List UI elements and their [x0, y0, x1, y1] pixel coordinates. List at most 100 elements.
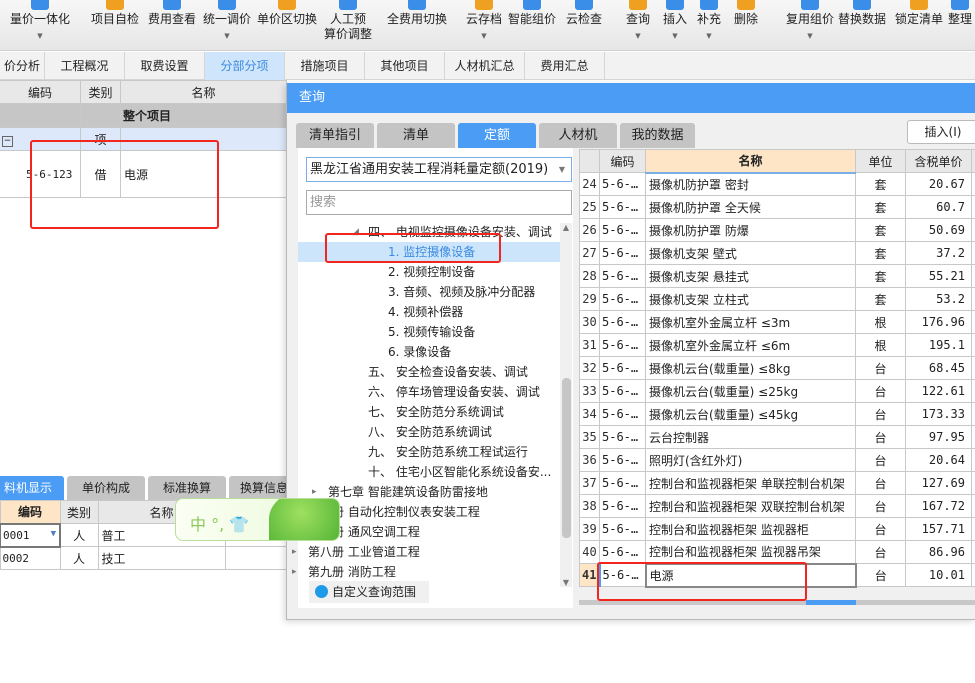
quota-library-select[interactable]: 黑龙江省通用安装工程消耗量定额(2019) ▼ [306, 157, 572, 182]
toolbar-label: 智能组价 [507, 12, 557, 26]
tree-item[interactable]: 六、 停车场管理设备安装、调试 [298, 382, 560, 402]
dialog-tab-2[interactable]: 定额 [458, 123, 536, 148]
highlight-box [30, 140, 219, 229]
dialog-tab-4[interactable]: 我的数据 [620, 123, 695, 148]
toolbar-button[interactable]: 项目自检 [91, 0, 139, 27]
tab-3[interactable]: 分部分项 [205, 52, 285, 80]
toolbar-button[interactable]: 人工预 算价调整 [324, 0, 372, 42]
toolbar-button[interactable]: 云检查 [566, 0, 602, 27]
toolbar-button[interactable]: 查询 ▼ [626, 0, 650, 44]
row-unit: 根 [855, 333, 906, 357]
row-code: 0002 [0, 546, 61, 570]
table-row[interactable]: 25 5-6-… 摄像机防护罩 全天候套 60.7 [579, 195, 975, 219]
custom-range-button[interactable]: 自定义查询范围 [309, 581, 429, 603]
table-row[interactable]: 35 5-6-… 云台控制器台 97.95 [579, 425, 975, 449]
scroll-up-icon[interactable]: ▲ [560, 223, 572, 232]
scrollbar-thumb[interactable] [806, 600, 856, 605]
tab-6[interactable]: 人材机汇总 [445, 52, 525, 80]
table-row[interactable]: 40 5-6-… 控制台和监视器柜架 监视器吊架台 86.96 [579, 540, 975, 564]
tree-item[interactable]: 3. 音频、视频及脉冲分配器 [298, 282, 560, 302]
ime-toolbar[interactable]: 中 °, 👕 [175, 498, 340, 541]
toolbar-button[interactable]: 锁定清单 [895, 0, 943, 27]
toolbar-label: 算价调整 [323, 27, 373, 41]
toolbar-button[interactable]: 费用查看 [148, 0, 196, 27]
tree-item[interactable]: 6. 录像设备 [298, 342, 560, 362]
toolbar-button[interactable]: 量价一体化 ▼ [10, 0, 70, 44]
tree-item-label: 五、 安全检查设备安装、调试 [368, 365, 528, 379]
toolbar-label: 插入 [662, 12, 688, 26]
bottom-tab-0[interactable]: 料机显示 [0, 476, 64, 500]
search-input[interactable]: 搜索 [306, 190, 572, 215]
table-row[interactable]: 24 5-6-… 摄像机防护罩 密封套 20.67 [579, 172, 975, 196]
table-row[interactable]: 39 5-6-… 控制台和监视器柜架 监视器柜台 157.71 [579, 517, 975, 541]
toolbar-button[interactable]: 全费用切换 [387, 0, 447, 27]
table-row[interactable]: 0002 人技工 [0, 546, 288, 570]
row-number: 33 [579, 379, 600, 403]
scrollbar-thumb[interactable] [562, 378, 571, 538]
insert-button[interactable]: 插入(I) [907, 120, 975, 144]
toolbar-icon [474, 0, 493, 10]
dialog-tab-0[interactable]: 清单指引 [296, 123, 374, 148]
table-row[interactable]: 37 5-6-… 控制台和监视器柜架 单联控制台机架台 127.69 [579, 471, 975, 495]
table-row[interactable]: 28 5-6-… 摄像机支架 悬挂式套 55.21 [579, 264, 975, 288]
scroll-down-icon[interactable]: ▼ [560, 578, 572, 587]
collapse-icon[interactable]: − [2, 135, 13, 147]
row-number: 27 [579, 241, 600, 265]
toolbar-button[interactable]: 复用组价 ▼ [786, 0, 834, 44]
toolbar-button[interactable]: 替换数据 [838, 0, 886, 27]
toolbar-icon [277, 0, 296, 10]
bottom-tab-1[interactable]: 单价构成 [67, 476, 145, 500]
toolbar-button[interactable]: 插入 ▼ [663, 0, 687, 44]
quota-grid: 编码 名称 单位 含税单价 24 5-6-… 摄像机防护罩 密封套 20.67 25 5-6-…… [579, 149, 975, 588]
toolbar-icon [800, 0, 819, 10]
tree-item[interactable]: 五、 安全检查设备安装、调试 [298, 362, 560, 382]
tab-5[interactable]: 其他项目 [365, 52, 445, 80]
table-row[interactable]: 38 5-6-… 控制台和监视器柜架 双联控制台机架台 167.72 [579, 494, 975, 518]
bottom-tab-2[interactable]: 标准换算 [148, 476, 226, 500]
table-row[interactable]: 26 5-6-… 摄像机防护罩 防爆套 50.69 [579, 218, 975, 242]
table-row[interactable]: 30 5-6-… 摄像机室外金属立杆 ≤3m 根 176.96 [579, 310, 975, 334]
tree-item[interactable]: 十、 住宅小区智能化系统设备安... [298, 462, 560, 482]
row-type: 人 [59, 546, 99, 570]
table-row[interactable]: 34 5-6-… 摄像机云台(载重量) ≤45kg 台 173.33 [579, 402, 975, 426]
tab-7[interactable]: 费用汇总 [525, 52, 605, 80]
tree-item[interactable]: 九、 安全防范系统工程试运行 [298, 442, 560, 462]
toolbar-button[interactable]: 补充 ▼ [697, 0, 721, 44]
row-spacer [971, 195, 975, 219]
table-row[interactable]: 33 5-6-… 摄像机云台(载重量) ≤25kg 台 122.61 [579, 379, 975, 403]
dialog-tab-1[interactable]: 清单 [377, 123, 455, 148]
toolbar-button[interactable]: 云存档 ▼ [466, 0, 502, 44]
tree-item-label: 6. 录像设备 [388, 345, 452, 359]
toolbar-button[interactable]: 单价区切换 [257, 0, 317, 27]
tree-item[interactable]: 2. 视频控制设备 [298, 262, 560, 282]
tab-2[interactable]: 取费设置 [125, 52, 205, 80]
row-code: 5-6-… [599, 333, 646, 357]
root-row[interactable]: 整个项目 [0, 103, 287, 128]
dialog-tab-3[interactable]: 人材机 [539, 123, 617, 148]
tab-0[interactable]: 价分析 [0, 52, 45, 80]
dialog-title[interactable]: 查询 [287, 83, 975, 113]
expand-arrow-icon[interactable]: ▸ [292, 542, 297, 562]
tree-item[interactable]: 七、 安全防范分系统调试 [298, 402, 560, 422]
toolbar-icon [522, 0, 541, 10]
toolbar-button[interactable]: 整理 [948, 0, 972, 27]
row-name: 控制台和监视器柜架 单联控制台机架 [645, 471, 856, 495]
toolbar-button[interactable]: 统一调价 ▼ [203, 0, 251, 44]
tree-item[interactable]: 4. 视频补偿器 [298, 302, 560, 322]
toolbar-button[interactable]: 智能组价 [508, 0, 556, 27]
tab-4[interactable]: 措施项目 [285, 52, 365, 80]
dropdown-arrow-icon[interactable]: ▼ [51, 529, 56, 539]
tree-item[interactable]: ▸ 第八册 工业管道工程 [292, 542, 560, 562]
table-row[interactable]: 36 5-6-… 照明灯(含红外灯) 台 20.64 [579, 448, 975, 472]
row-code: 5-6-… [599, 287, 646, 311]
tree-item[interactable]: ▸ 第九册 消防工程 [292, 562, 560, 582]
table-row[interactable]: 32 5-6-… 摄像机云台(载重量) ≤8kg 台 68.45 [579, 356, 975, 380]
tree-item[interactable]: 5. 视频传输设备 [298, 322, 560, 342]
toolbar-button[interactable]: 删除 [734, 0, 758, 27]
table-row[interactable]: 29 5-6-… 摄像机支架 立柱式套 53.2 [579, 287, 975, 311]
expand-arrow-icon[interactable]: ▸ [292, 562, 297, 582]
table-row[interactable]: 27 5-6-… 摄像机支架 壁式套 37.2 [579, 241, 975, 265]
table-row[interactable]: 31 5-6-… 摄像机室外金属立杆 ≤6m 根 195.1 [579, 333, 975, 357]
tab-1[interactable]: 工程概况 [45, 52, 125, 80]
tree-item[interactable]: 八、 安全防范系统调试 [298, 422, 560, 442]
